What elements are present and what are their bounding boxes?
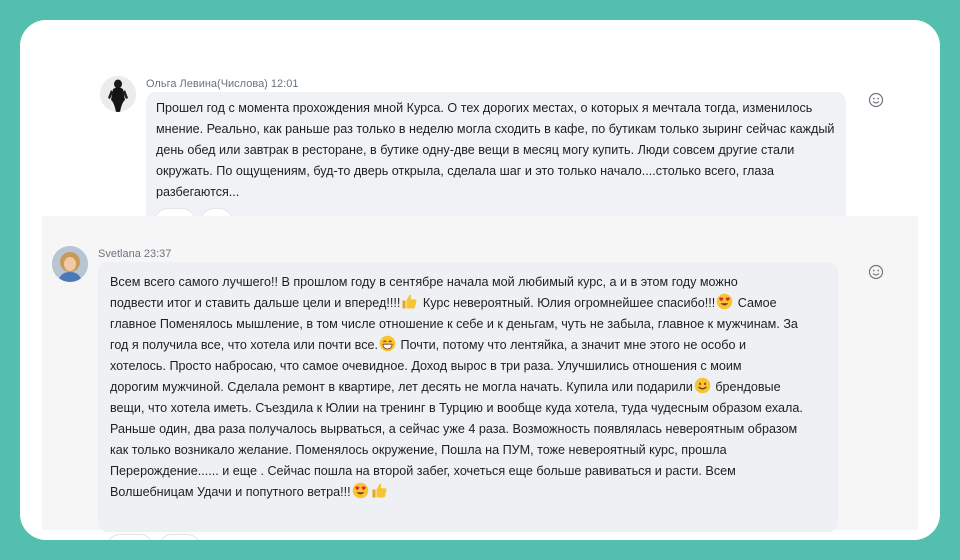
message-meta: Ольга Левина(Числова) 12:01 [146, 78, 298, 90]
author-name: Svetlana [98, 248, 141, 260]
heart-eyes-icon [716, 293, 733, 310]
message-line: мнение. Реально, как раньше раз только в… [156, 122, 835, 136]
add-reaction-icon[interactable] [868, 92, 884, 108]
avatar-image [100, 76, 136, 112]
thumbs-up-icon [166, 540, 183, 541]
screenshot-frame: Ольга Левина(Числова) 12:01 Прошел год с… [20, 20, 940, 540]
thumbs-up-icon [372, 483, 387, 498]
add-reaction-icon[interactable] [868, 264, 884, 280]
message-line: вещи, что хотела иметь. Съездила к Юлии … [110, 401, 803, 415]
message-line: Волшебницам Удачи и попутного ветра!!! [110, 482, 826, 503]
message-line: Перерождение...... и еще . Сейчас пошла … [110, 464, 736, 478]
chat-message: Ольга Левина(Числова) 12:01 Прошел год с… [42, 40, 918, 236]
message-meta: Svetlana 23:37 [98, 248, 171, 260]
message-line: разбегаются... [156, 185, 240, 199]
message-bubble: Всем всего самого лучшего!! В прошлом го… [98, 262, 838, 532]
message-line: как только возникало желание. Поменялось… [110, 443, 727, 457]
message-line: Всем всего самого лучшего!! В прошлом го… [110, 275, 738, 289]
thumbs-up-icon [402, 294, 417, 309]
avatar[interactable] [100, 76, 136, 112]
message-line: окружать. По ощущениям, буд-то дверь отк… [156, 164, 774, 178]
message-time: 12:01 [270, 78, 299, 90]
chat-panel: Ольга Левина(Числова) 12:01 Прошел год с… [42, 40, 918, 540]
message-line: Раньше один, два раза получалось вырвать… [110, 422, 798, 436]
author-name: Ольга Левина(Числова) [146, 78, 268, 90]
chat-message: Svetlana 23:37 Всем всего самого лучшего… [42, 216, 918, 540]
reactions-bar: 13 5 [106, 534, 202, 541]
reaction-heart-chip[interactable]: 13 [106, 534, 155, 540]
message-time: 23:37 [143, 248, 172, 260]
message-line: главное Поменялось мышление, в том числе… [110, 317, 798, 331]
message-line: подвести итог и ставить дальше цели и вп… [110, 293, 826, 314]
grin-icon [379, 335, 396, 352]
smile-icon [694, 377, 711, 394]
reaction-thumbs-chip[interactable]: 5 [158, 534, 202, 541]
heart-eyes-icon [352, 482, 368, 499]
avatar-image [52, 246, 88, 282]
message-line: дорогим мужчиной. Сделала ремонт в кварт… [110, 377, 826, 398]
message-line: Прошел год с момента прохождения мной Ку… [156, 101, 813, 115]
message-line: хотелось. Просто набросаю, что самое оче… [110, 359, 742, 373]
message-bubble: Прошел год с момента прохождения мной Ку… [146, 92, 846, 222]
avatar[interactable] [52, 246, 88, 282]
message-line: день обед или завтрак в ресторане, в бут… [156, 143, 795, 157]
message-line: год я получила все, что хотела или почти… [110, 335, 826, 356]
